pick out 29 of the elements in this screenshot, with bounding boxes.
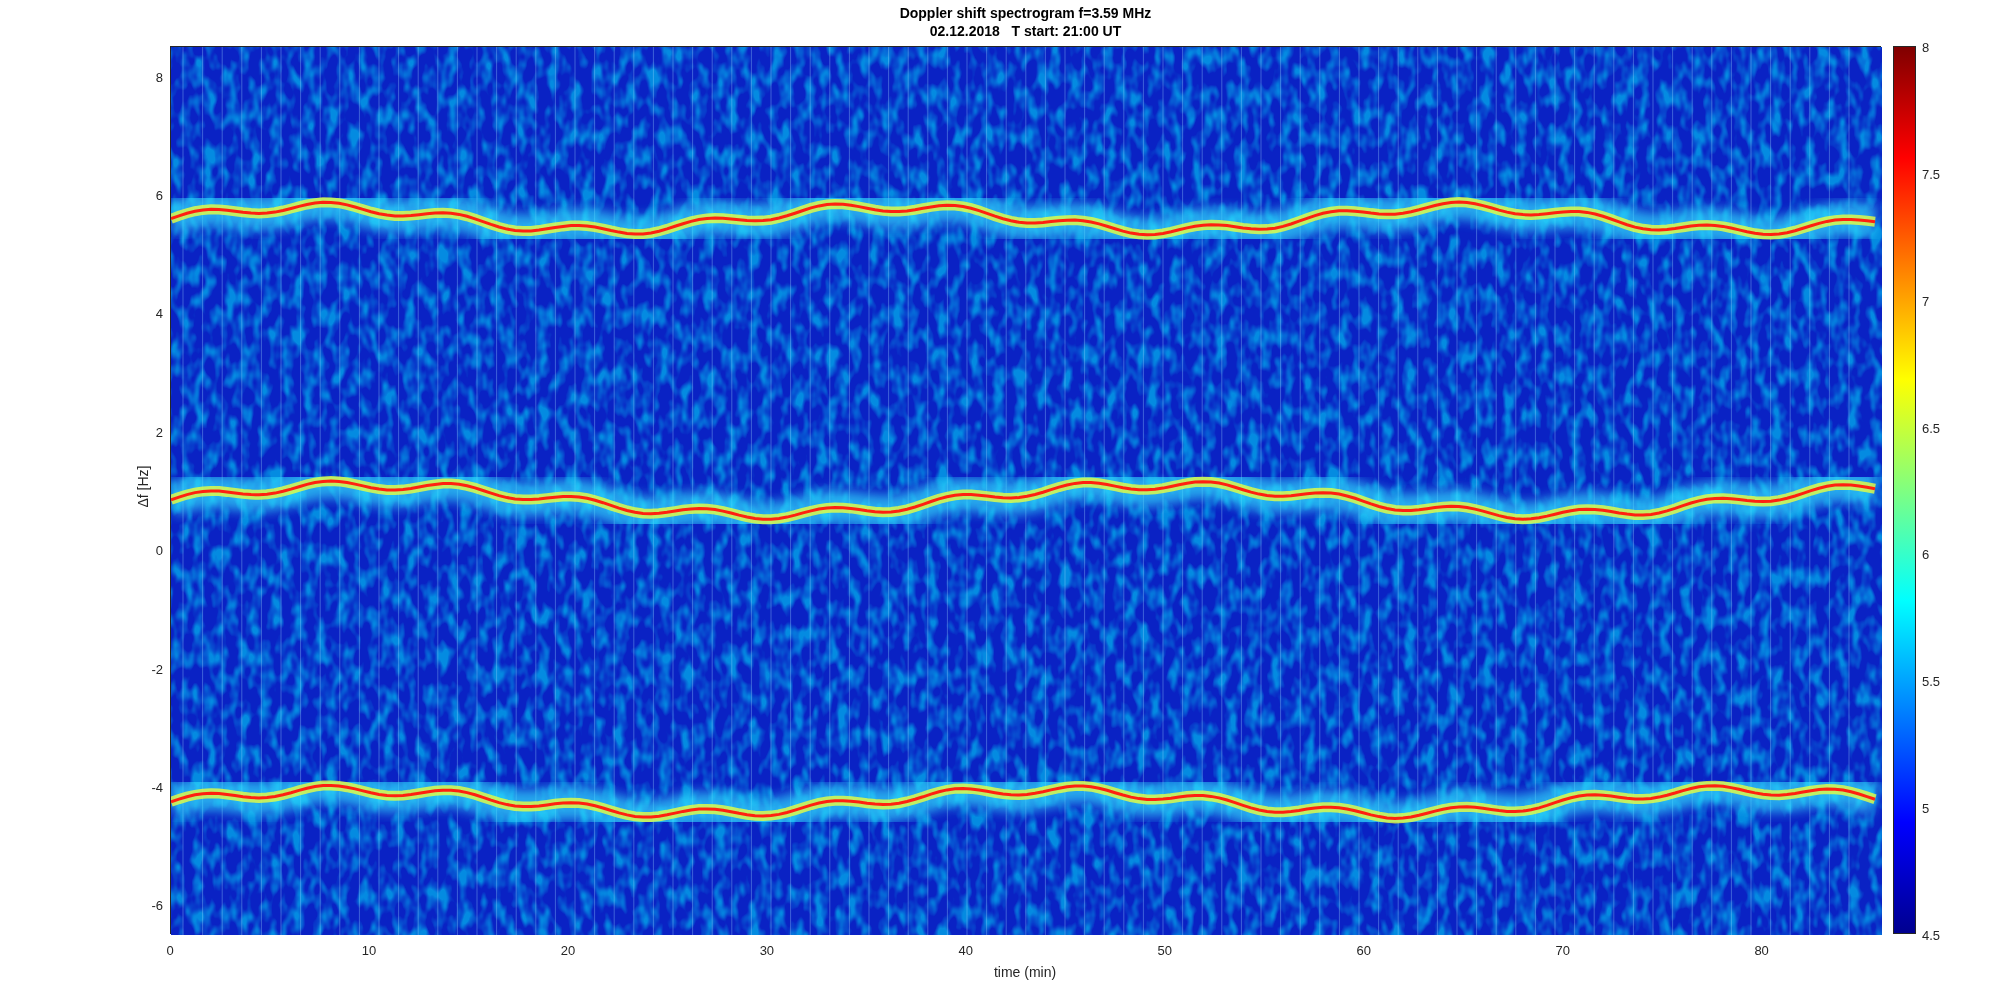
colorbar-tick-label: 7 [1922,292,1930,311]
x-tick-label: 60 [1355,942,1372,960]
y-tick-label: 0 [154,542,163,561]
x-tick-label: 80 [1753,942,1770,960]
x-axis-label: time (min) [992,963,1058,982]
colorbar-tick-label: 4.5 [1922,927,1941,945]
colorbar-tick-label: 8 [1922,39,1930,57]
y-tick-label: 2 [154,423,163,442]
x-tick-label: 70 [1554,942,1571,960]
y-tick-label: -4 [150,779,163,797]
y-tick-label: 6 [154,187,163,205]
colorbar-tick-label: 5 [1922,800,1930,819]
colorbar-tick-label: 5.5 [1922,673,1941,692]
colorbar-tick-label: 6 [1922,546,1930,565]
x-tick-label: 30 [758,942,776,960]
colorbar-tick-label: 6.5 [1922,419,1941,438]
x-tick-label: 40 [957,942,975,960]
x-tick-label: 0 [165,942,175,960]
y-tick-label: 4 [154,305,163,324]
x-tick-label: 10 [360,942,378,960]
plot-title: 02.12.2018 T start: 21:00 UT [929,22,1122,40]
plot-title: Doppler shift spectrogram f=3.59 MHz [899,4,1152,22]
y-tick-label: -6 [150,897,163,916]
x-tick-label: 20 [559,942,577,960]
x-tick-label: 50 [1156,942,1173,960]
colorbar-tick-label: 7.5 [1922,165,1941,184]
y-tick-label: -2 [150,660,163,679]
y-axis-label: Δf [Hz] [133,465,152,508]
y-tick-label: 8 [154,68,163,87]
